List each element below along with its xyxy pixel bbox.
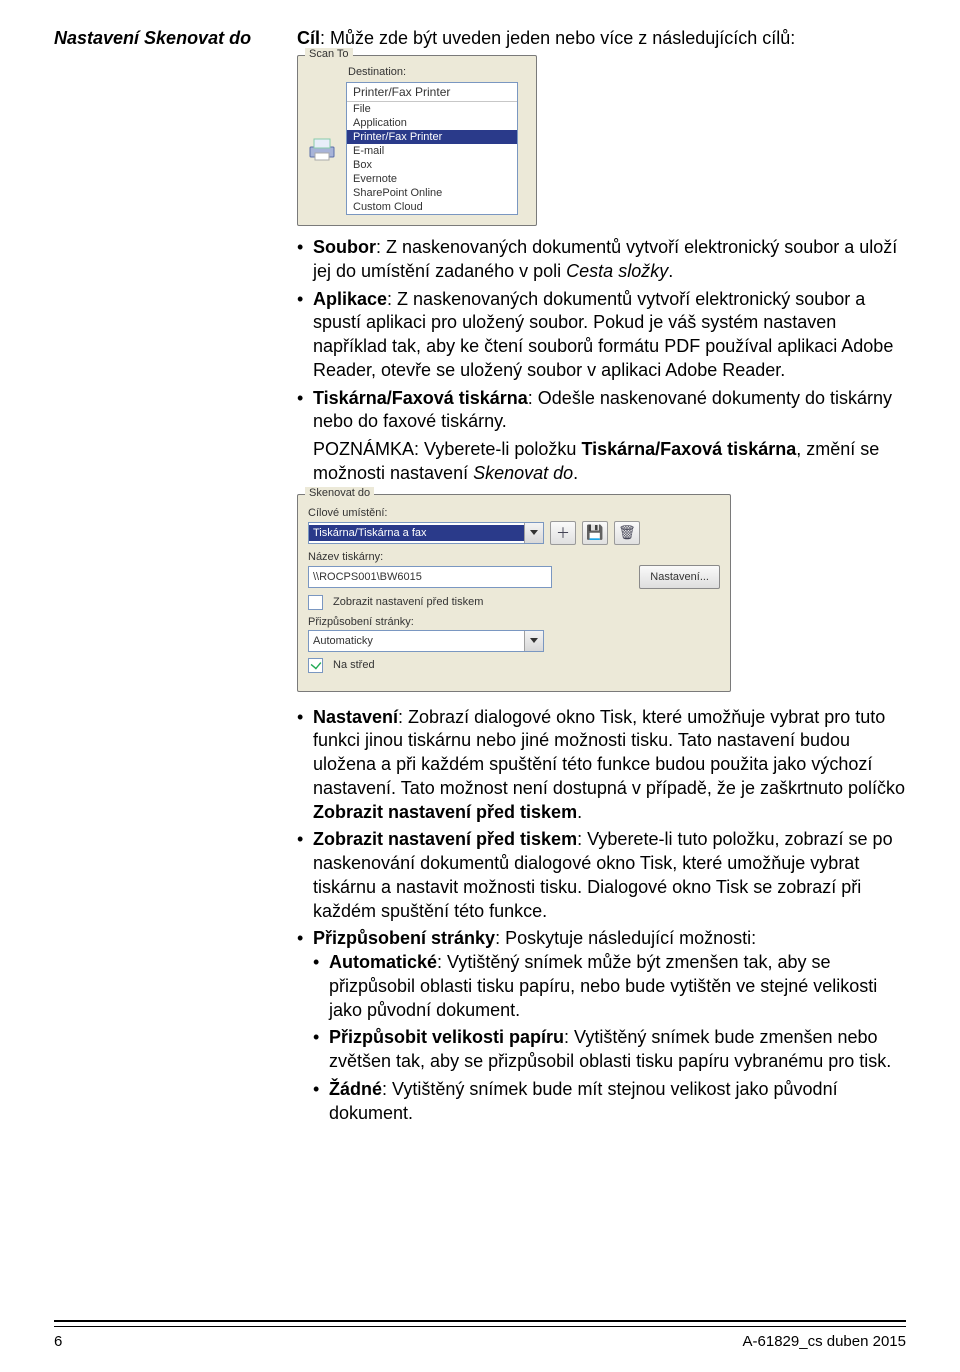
select-option[interactable]: SharePoint Online xyxy=(347,186,517,200)
text: . xyxy=(668,261,673,281)
center-label: Na střed xyxy=(333,659,375,671)
label: Zobrazit nastavení před tiskem xyxy=(313,802,577,822)
heading-right: Cíl: Může zde být uveden jeden nebo více… xyxy=(297,28,795,49)
emphasis: Skenovat do xyxy=(473,463,573,483)
groupbox-title: Skenovat do xyxy=(305,487,374,499)
printer-icon xyxy=(306,136,340,162)
label: Automatické xyxy=(329,952,437,972)
text: : Zobrazí dialogové okno Tisk, které umo… xyxy=(313,707,905,798)
printer-name-field[interactable]: \\ROCPS001\BW6015 xyxy=(308,566,552,588)
label: Žádné xyxy=(329,1079,382,1099)
show-before-print-checkbox[interactable] xyxy=(308,595,323,610)
section-heading: Nastavení Skenovat do Cíl: Může zde být … xyxy=(54,28,906,49)
label: Zobrazit nastavení před tiskem xyxy=(313,829,577,849)
center-row: Na střed xyxy=(308,658,720,673)
screenshot-skenovat-do: Skenovat do Cílové umístění: Tiskárna/Ti… xyxy=(297,494,906,692)
label: Tiskárna/Faxová tiskárna xyxy=(581,439,796,459)
select-option[interactable]: Evernote xyxy=(347,172,517,186)
bullet-soubor: Soubor: Z naskenovaných dokumentů vytvoř… xyxy=(297,236,906,284)
delete-button[interactable]: 🗑 xyxy=(614,521,640,545)
dash-nastaveni: Nastavení: Zobrazí dialogové okno Tisk, … xyxy=(297,706,906,825)
chevron-down-icon xyxy=(524,631,543,651)
sub-zadne: Žádné: Vytištěný snímek bude mít stejnou… xyxy=(313,1078,906,1126)
dest-label: Cílové umístění: xyxy=(308,507,720,519)
text: . xyxy=(573,463,578,483)
bullet-aplikace: Aplikace: Z naskenovaných dokumentů vytv… xyxy=(297,288,906,383)
settings-button[interactable]: Nastavení... xyxy=(639,565,720,589)
select-option[interactable]: Custom Cloud xyxy=(347,200,517,214)
note-lead: POZNÁMKA: xyxy=(313,439,424,459)
select-option[interactable]: E-mail xyxy=(347,144,517,158)
bullet-tiskarna: Tiskárna/Faxová tiskárna: Odešle naskeno… xyxy=(297,387,906,435)
groupbox-title: Scan To xyxy=(305,48,353,60)
body-text-1: Soubor : Z naskenovaných dokumentů vytvoř… xyxy=(297,236,906,486)
show-before-print-label: Zobrazit nastavení před tiskem xyxy=(333,596,483,608)
dash-zobrazit: Zobrazit nastavení před tiskem: Vyberete… xyxy=(297,828,906,923)
select-option[interactable]: File xyxy=(347,102,517,116)
sub-prizpusobit: Přizpůsobit velikosti papíru: Vytištěný … xyxy=(313,1026,906,1074)
page-number: 6 xyxy=(54,1333,62,1350)
document-page: Nastavení Skenovat do Cíl: Může zde být … xyxy=(0,0,960,1372)
emphasis: Cesta složky xyxy=(566,261,668,281)
destination-select[interactable]: Printer/Fax Printer File Application Pri… xyxy=(346,82,518,215)
printer-name-label: Název tiskárny: xyxy=(308,551,720,563)
heading-bold: Cíl xyxy=(297,28,320,48)
label: Přizpůsobit velikosti papíru xyxy=(329,1027,564,1047)
sub-automaticke: Automatické: Vytištěný snímek může být z… xyxy=(313,951,906,1022)
heading-left: Nastavení Skenovat do xyxy=(54,28,279,49)
note-line: POZNÁMKA: Vyberete-li položku Tiskárna/F… xyxy=(297,438,906,486)
center-checkbox[interactable] xyxy=(308,658,323,673)
destination-label: Destination: xyxy=(348,66,528,78)
printer-value: \\ROCPS001\BW6015 xyxy=(313,571,422,583)
pagefit-value: Automaticky xyxy=(309,633,524,649)
dash-prizpusobeni: Přizpůsobení stránky: Poskytuje následuj… xyxy=(297,927,906,1125)
select-option[interactable]: Box xyxy=(347,158,517,172)
select-option[interactable]: Printer/Fax Printer xyxy=(347,130,517,144)
text: : Poskytuje následující možnosti: xyxy=(495,928,756,948)
text: Vyberete-li položku xyxy=(424,439,581,459)
heading-rest: : Může zde být uveden jeden nebo více z … xyxy=(320,28,795,48)
dest-combo[interactable]: Tiskárna/Tiskárna a fax xyxy=(308,522,544,544)
label: Soubor xyxy=(313,237,376,257)
pagefit-combo[interactable]: Automaticky xyxy=(308,630,544,652)
save-button[interactable]: 💾 xyxy=(582,521,608,545)
label: Přizpůsobení stránky xyxy=(313,928,495,948)
label: Nastavení... xyxy=(650,571,709,583)
body-text-2: Nastavení: Zobrazí dialogové okno Tisk, … xyxy=(297,706,906,1126)
label: Nastavení xyxy=(313,707,398,727)
show-before-print-row: Zobrazit nastavení před tiskem xyxy=(308,595,720,610)
chevron-down-icon xyxy=(524,523,543,543)
add-button[interactable]: ＋ xyxy=(550,521,576,545)
label: Tiskárna/Faxová tiskárna xyxy=(313,388,528,408)
footer-rule xyxy=(54,1320,906,1327)
screenshot-scan-to: Scan To Destination: Printer/Fax Printer… xyxy=(297,55,906,226)
select-option[interactable]: Application xyxy=(347,116,517,130)
footer-right: A-61829_cs duben 2015 xyxy=(743,1333,906,1350)
skenovat-do-groupbox: Skenovat do Cílové umístění: Tiskárna/Ti… xyxy=(297,494,731,692)
pagefit-label: Přizpůsobení stránky: xyxy=(308,616,720,628)
text: : Z naskenovaných dokumentů vytvoří elek… xyxy=(313,289,893,380)
text: : Vytištěný snímek bude mít stejnou veli… xyxy=(329,1079,838,1123)
label: Aplikace xyxy=(313,289,387,309)
destination-selected: Printer/Fax Printer xyxy=(347,83,517,102)
text: . xyxy=(577,802,582,822)
page-footer: 6 A-61829_cs duben 2015 xyxy=(54,1320,906,1350)
scan-to-groupbox: Scan To Destination: Printer/Fax Printer… xyxy=(297,55,537,226)
dest-value: Tiskárna/Tiskárna a fax xyxy=(309,525,524,541)
